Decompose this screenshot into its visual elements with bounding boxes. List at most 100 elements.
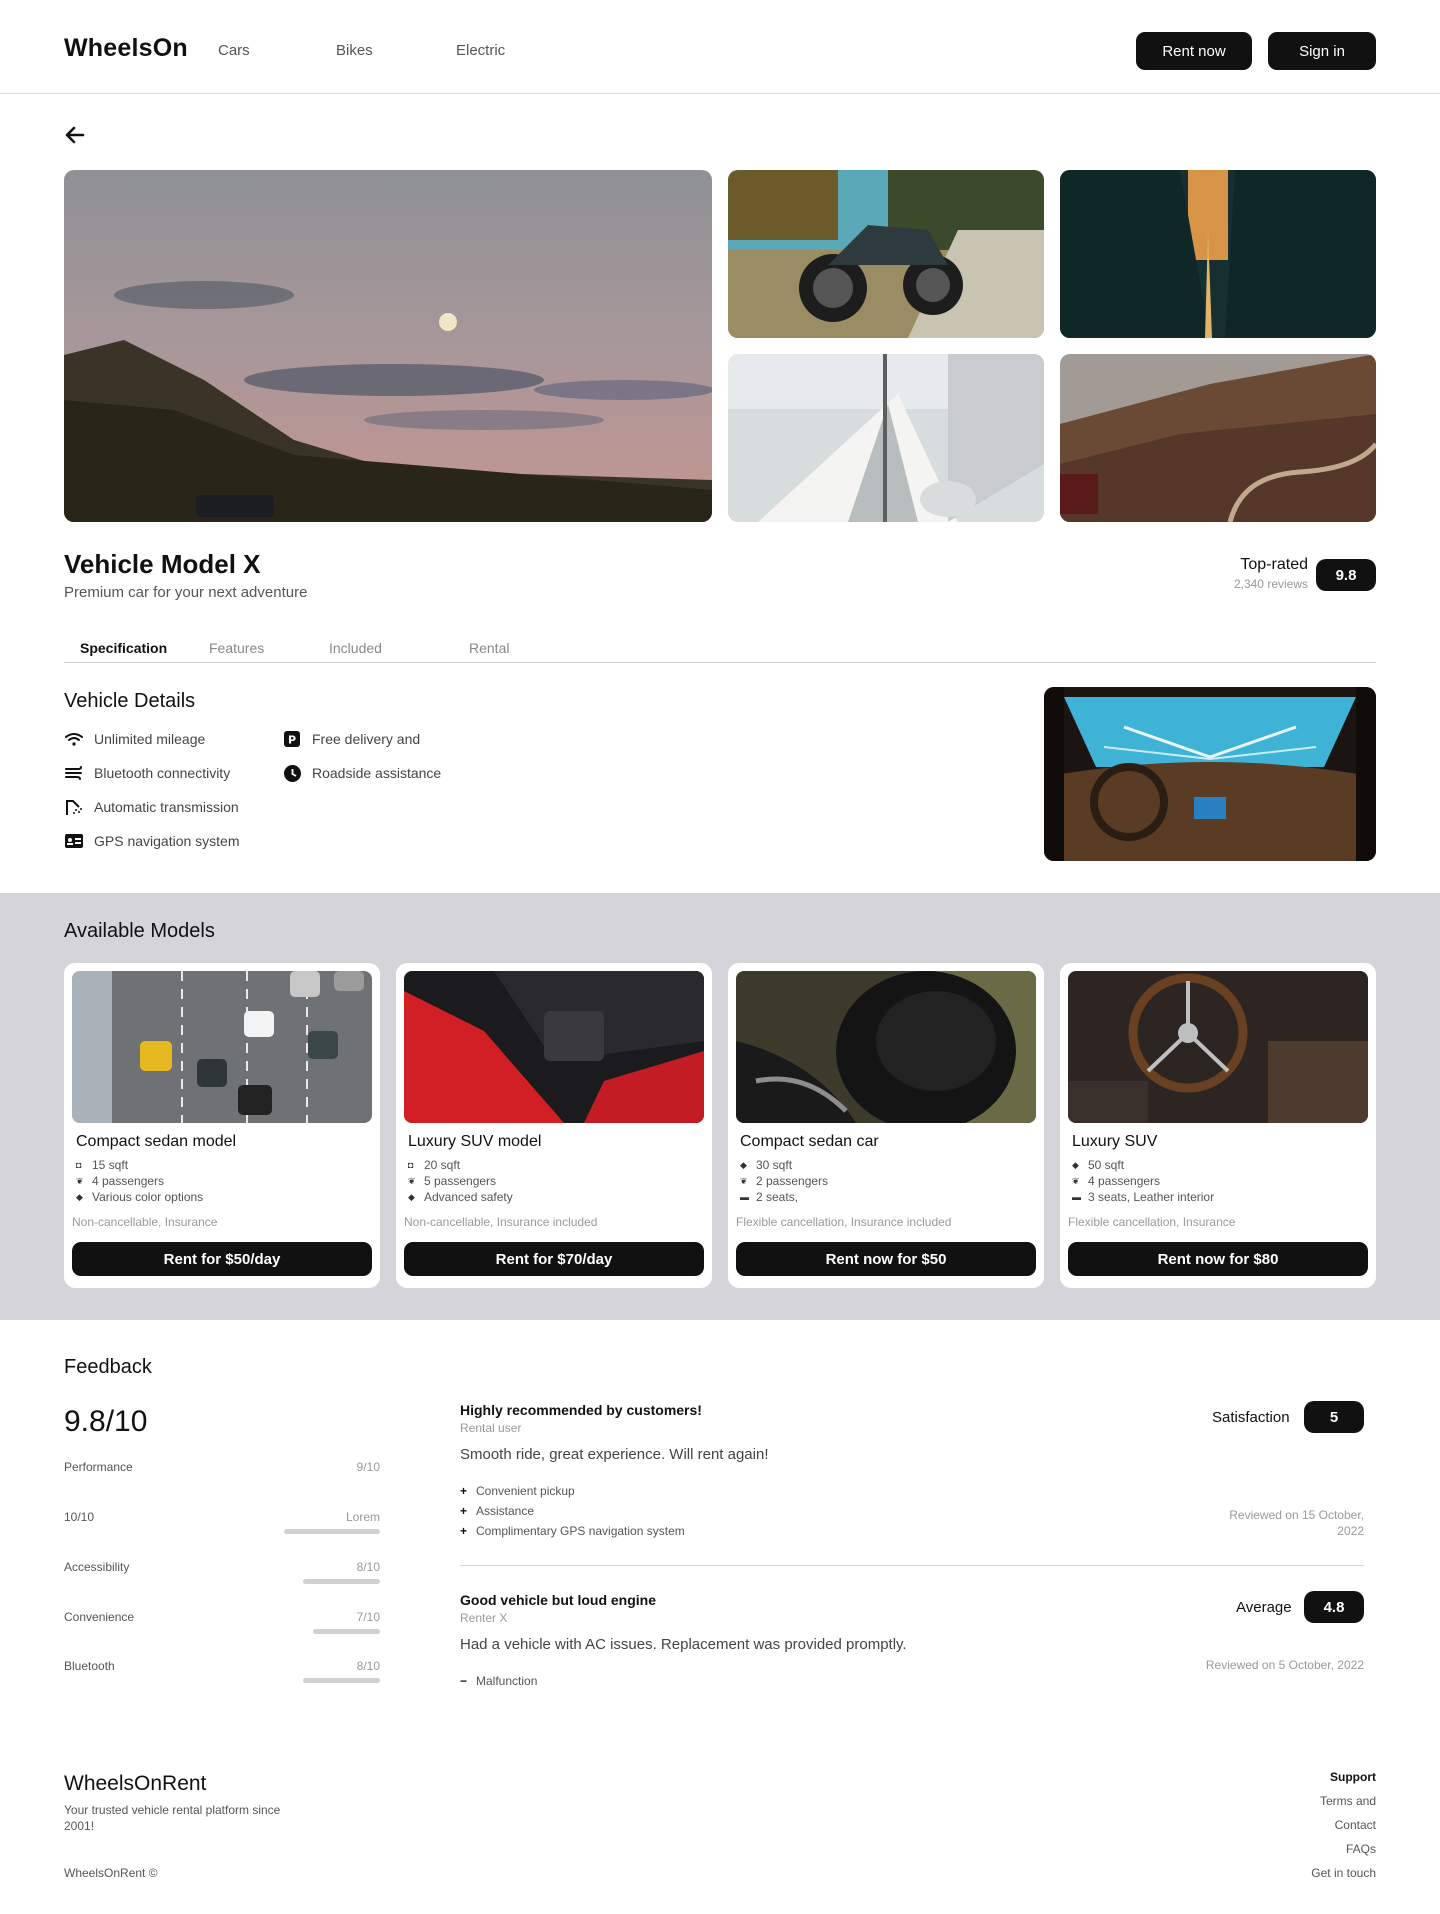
nav-electric[interactable]: Electric bbox=[456, 42, 505, 59]
seat-icon: ▬ bbox=[740, 1192, 749, 1202]
model-spec: ▬ 3 seats, Leather interior bbox=[1072, 1190, 1215, 1204]
model-policy: Non-cancellable, Insurance included bbox=[404, 1215, 598, 1229]
svg-text:P: P bbox=[288, 734, 296, 747]
review-body: Had a vehicle with AC issues. Replacemen… bbox=[460, 1636, 907, 1653]
model-title: Compact sedan car bbox=[740, 1133, 879, 1150]
nav-cars[interactable]: Cars bbox=[218, 42, 250, 59]
footer-link-terms[interactable]: Terms and bbox=[1320, 1794, 1376, 1808]
feature-item: Roadside assistance bbox=[282, 764, 441, 782]
parking-icon: P bbox=[282, 730, 302, 748]
vehicle-details-heading: Vehicle Details bbox=[64, 690, 196, 712]
review-body: Smooth ride, great experience. Will rent… bbox=[460, 1446, 769, 1463]
passengers-icon: ❦ bbox=[1072, 1175, 1080, 1186]
rent-model-button[interactable]: Rent for $50/day bbox=[72, 1242, 372, 1276]
model-spec: ▬ 2 seats, bbox=[740, 1190, 799, 1204]
tab-rental[interactable]: Rental bbox=[469, 640, 509, 656]
model-image[interactable] bbox=[72, 971, 372, 1123]
metric-label: Bluetooth bbox=[64, 1659, 115, 1673]
minus-icon: − bbox=[460, 1674, 468, 1688]
metric-value: 8/10 bbox=[356, 1659, 380, 1673]
clock-icon bbox=[282, 764, 302, 782]
rent-now-button[interactable]: Rent now bbox=[1136, 32, 1252, 70]
review-title: Highly recommended by customers! bbox=[460, 1402, 702, 1418]
model-spec: ❦ 5 passengers bbox=[408, 1174, 497, 1188]
interior-image[interactable] bbox=[1044, 687, 1376, 861]
shower-icon bbox=[64, 798, 84, 816]
model-image[interactable] bbox=[404, 971, 704, 1123]
wind-icon bbox=[64, 764, 84, 782]
plus-icon: + bbox=[460, 1484, 468, 1498]
feature-label: Bluetooth connectivity bbox=[94, 765, 231, 781]
metric-label: 10/10 bbox=[64, 1510, 95, 1524]
gallery-image-motorcycle[interactable] bbox=[728, 170, 1044, 338]
tab-specification[interactable]: Specification bbox=[80, 640, 167, 656]
model-image[interactable] bbox=[736, 971, 1036, 1123]
gallery-image-city[interactable] bbox=[1060, 170, 1376, 338]
feature-item: Unlimited mileage bbox=[64, 730, 205, 748]
footer-link-get-in-touch[interactable]: Get in touch bbox=[1311, 1866, 1376, 1880]
brand-logo[interactable]: WheelsOn bbox=[64, 34, 188, 63]
feature-label: Unlimited mileage bbox=[94, 731, 206, 747]
model-spec: ◘ 15 sqft bbox=[76, 1158, 129, 1172]
back-arrow-icon[interactable] bbox=[64, 124, 86, 146]
review-rating-label: Satisfaction bbox=[1212, 1409, 1290, 1426]
model-policy: Flexible cancellation, Insurance bbox=[1068, 1215, 1236, 1229]
model-card: Compact sedan car ◆ 30 sqft ❦ 2 passengers… bbox=[728, 963, 1044, 1288]
vehicle-title: Vehicle Model X bbox=[64, 549, 261, 579]
gallery-image-boat[interactable] bbox=[728, 354, 1044, 522]
rent-model-button[interactable]: Rent now for $50 bbox=[736, 1242, 1036, 1276]
gallery-main-image[interactable] bbox=[64, 170, 712, 522]
rent-model-button[interactable]: Rent for $70/day bbox=[404, 1242, 704, 1276]
available-models-heading: Available Models bbox=[64, 920, 215, 942]
overall-score: 9.8/10 bbox=[64, 1405, 148, 1438]
model-title: Luxury SUV model bbox=[408, 1133, 542, 1150]
feature-label: Automatic transmission bbox=[94, 799, 239, 815]
model-spec: ◆ 50 sqft bbox=[1072, 1158, 1125, 1172]
passengers-icon: ❦ bbox=[408, 1175, 416, 1186]
sign-in-button[interactable]: Sign in bbox=[1268, 32, 1376, 70]
footer-link-contact[interactable]: Contact bbox=[1335, 1818, 1376, 1832]
metric-label: Convenience bbox=[64, 1610, 135, 1624]
tab-included[interactable]: Included bbox=[329, 640, 382, 656]
metric-bar bbox=[303, 1678, 380, 1683]
nav-bikes[interactable]: Bikes bbox=[336, 42, 373, 59]
footer-link-support[interactable]: Support bbox=[1330, 1770, 1376, 1784]
metric-bar bbox=[313, 1629, 380, 1634]
model-spec: ◆ 30 sqft bbox=[740, 1158, 793, 1172]
car-icon: ◆ bbox=[76, 1191, 83, 1202]
feature-item: Automatic transmission bbox=[64, 798, 239, 816]
passengers-icon: ❦ bbox=[740, 1175, 748, 1186]
feature-item: P Free delivery and bbox=[282, 730, 420, 748]
model-card: Compact sedan model ◘ 15 sqft ❦ 4 passenge… bbox=[64, 963, 380, 1288]
size-icon: ◘ bbox=[76, 1160, 82, 1170]
gallery-image-desert[interactable] bbox=[1060, 354, 1376, 522]
metric-row: Accessibility 8/10 bbox=[64, 1560, 380, 1584]
metric-value: 8/10 bbox=[356, 1560, 380, 1574]
footer-copyright: WheelsOnRent © bbox=[64, 1866, 158, 1880]
review-point: + Assistance bbox=[460, 1504, 535, 1518]
metric-value: 9/10 bbox=[356, 1460, 380, 1474]
metric-label: Performance bbox=[64, 1460, 133, 1474]
feature-label: GPS navigation system bbox=[94, 833, 240, 849]
tab-features[interactable]: Features bbox=[209, 640, 264, 656]
passengers-icon: ❦ bbox=[76, 1175, 84, 1186]
car-icon: ◆ bbox=[740, 1159, 747, 1170]
vehicle-subtitle: Premium car for your next adventure bbox=[64, 584, 308, 601]
rent-model-button[interactable]: Rent now for $80 bbox=[1068, 1242, 1368, 1276]
model-title: Luxury SUV bbox=[1072, 1133, 1158, 1150]
footer-description: Your trusted vehicle rental platform sin… bbox=[64, 1803, 281, 1833]
metric-row: Bluetooth 8/10 bbox=[64, 1659, 380, 1683]
wifi-icon bbox=[64, 730, 84, 748]
metric-label: Accessibility bbox=[64, 1560, 130, 1574]
review-date: Reviewed on 5 October, 2022 bbox=[1205, 1658, 1364, 1672]
model-spec: ❦ 4 passengers bbox=[1072, 1174, 1161, 1188]
feature-label: Free delivery and bbox=[312, 731, 421, 747]
model-card: Luxury SUV ◆ 50 sqft ❦ 4 passengers ▬ 3 sea… bbox=[1060, 963, 1376, 1288]
review-author: Renter X bbox=[460, 1611, 508, 1625]
model-policy: Non-cancellable, Insurance bbox=[72, 1215, 218, 1229]
feature-item: GPS navigation system bbox=[64, 832, 240, 850]
footer-link-faqs[interactable]: FAQs bbox=[1346, 1842, 1376, 1856]
review-rating-badge: 5 bbox=[1304, 1401, 1364, 1433]
seat-icon: ▬ bbox=[1072, 1192, 1081, 1202]
model-image[interactable] bbox=[1068, 971, 1368, 1123]
